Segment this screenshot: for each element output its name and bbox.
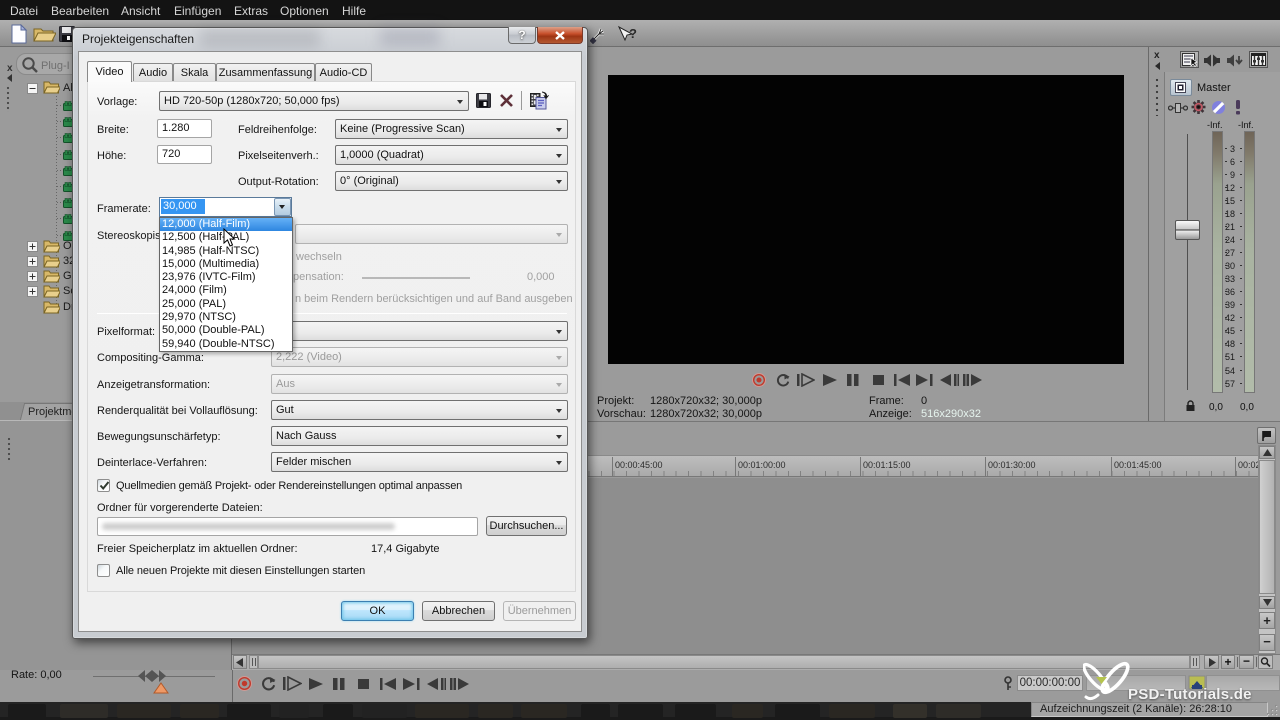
- svg-text:?: ?: [629, 26, 637, 41]
